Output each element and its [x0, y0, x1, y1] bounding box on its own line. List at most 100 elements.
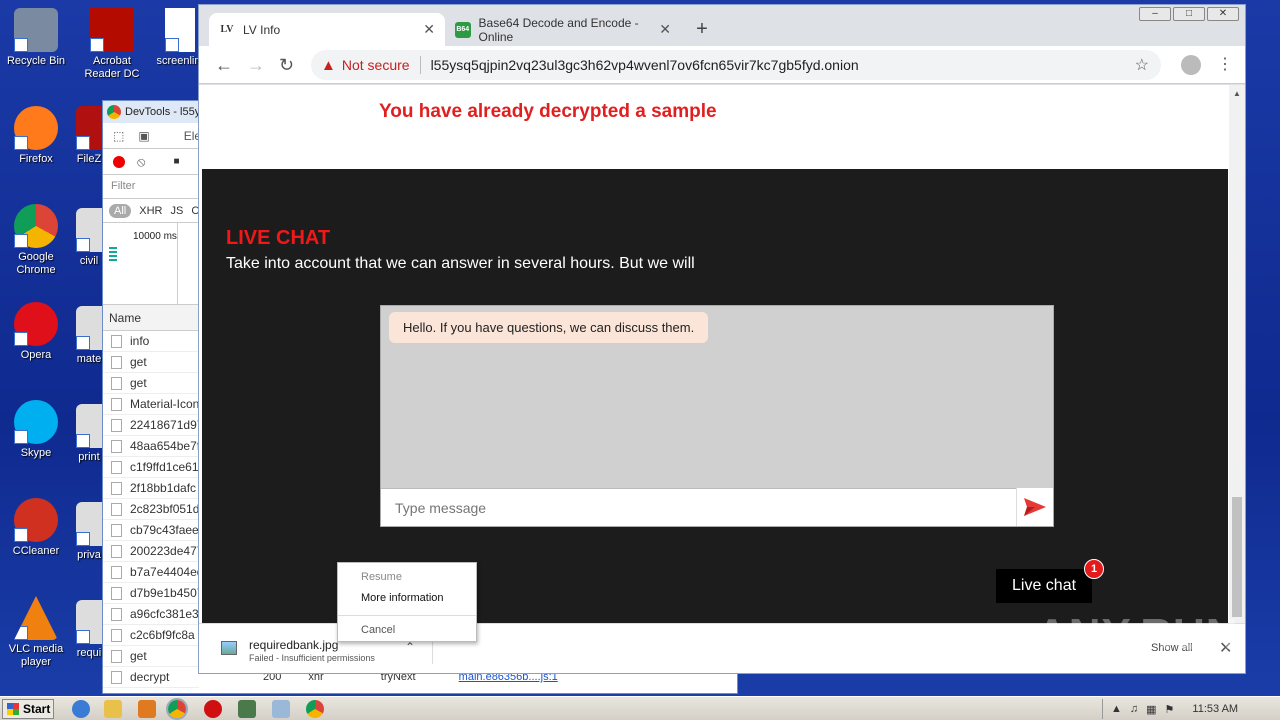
- request-row[interactable]: 200223de477: [103, 541, 199, 562]
- scroll-up-icon[interactable]: ▲: [1233, 89, 1241, 98]
- ccleaner-icon[interactable]: CCleaner: [0, 498, 72, 558]
- reload-icon[interactable]: ↻: [279, 55, 294, 76]
- skype-icon[interactable]: Skype: [0, 400, 72, 460]
- tab-base64[interactable]: B64 Base64 Decode and Encode - Online ✕: [445, 13, 681, 46]
- live-chat-title: LIVE CHAT: [226, 227, 331, 249]
- request-row[interactable]: get: [103, 352, 199, 373]
- message-input[interactable]: [381, 489, 1017, 526]
- type-filter-all[interactable]: All: [109, 203, 132, 218]
- chevron-up-icon[interactable]: ⌃: [405, 640, 415, 654]
- desktop-icon-label: Opera: [20, 349, 52, 361]
- new-tab-button[interactable]: +: [687, 13, 717, 46]
- file-icon: [111, 334, 122, 348]
- type-filter-xhr[interactable]: XHR: [139, 205, 162, 217]
- file-icon: [111, 523, 122, 537]
- file-glyph: [76, 208, 102, 252]
- send-button[interactable]: [1016, 488, 1053, 526]
- scroll-thumb[interactable]: [1232, 497, 1242, 617]
- request-row[interactable]: decrypt: [103, 667, 199, 688]
- tab-lv-info[interactable]: LV LV Info ✕: [209, 13, 445, 46]
- file-icon: [111, 670, 122, 684]
- forward-icon[interactable]: →: [247, 55, 265, 76]
- request-row[interactable]: 2f18bb1dafc: [103, 478, 199, 499]
- system-tray: ▲ ♫ ▦ ⚑ 11:53 AM: [1102, 699, 1278, 719]
- back-icon[interactable]: ←: [215, 55, 233, 76]
- chrome-taskbar-icon[interactable]: [166, 698, 188, 720]
- file-icon: [111, 502, 122, 516]
- request-row[interactable]: a96cfc381e3: [103, 604, 199, 625]
- media-player-icon[interactable]: [138, 700, 156, 718]
- request-row[interactable]: get: [103, 646, 199, 667]
- device-toggle-icon[interactable]: ▣: [138, 129, 149, 143]
- vlc-icon[interactable]: VLC media player: [0, 596, 72, 669]
- recycle-bin-icon[interactable]: Recycle Bin: [0, 8, 72, 68]
- acrobat-icon[interactable]: Acrobat Reader DC: [76, 8, 148, 81]
- mate-file-icon[interactable]: mate: [76, 306, 102, 366]
- menu-item-resume[interactable]: Resume: [361, 571, 402, 583]
- request-row[interactable]: c1f9ffd1ce61: [103, 457, 199, 478]
- camera-icon[interactable]: ■: [173, 156, 179, 167]
- request-name: get: [130, 355, 147, 369]
- overview-scale: 10000 ms: [133, 231, 177, 242]
- address-bar[interactable]: ▲ Not secure l55ysq5qjpin2vq23ul3gc3h62v…: [311, 50, 1161, 80]
- request-name: a96cfc381e3: [130, 607, 199, 621]
- ie-icon[interactable]: [72, 700, 90, 718]
- volume-icon[interactable]: ♫: [1130, 703, 1138, 715]
- request-row[interactable]: info: [103, 331, 199, 352]
- not-secure-label[interactable]: Not secure: [342, 57, 410, 73]
- civil-file-icon[interactable]: civil: [76, 208, 102, 268]
- inspect-icon[interactable]: ⬚: [113, 129, 124, 143]
- request-row[interactable]: get: [103, 373, 199, 394]
- request-name: Material-Icon: [130, 397, 199, 411]
- anyrun-watermark: ANY.RUN: [1036, 610, 1239, 659]
- notepad-icon[interactable]: [272, 700, 290, 718]
- request-row[interactable]: 48aa654be7f: [103, 436, 199, 457]
- close-tab-icon[interactable]: ✕: [423, 21, 435, 38]
- profile-avatar-icon[interactable]: [1181, 55, 1201, 75]
- request-row[interactable]: b7a7e4404ed: [103, 562, 199, 583]
- priva-file-icon[interactable]: priva: [76, 502, 102, 562]
- close-tab-icon[interactable]: ✕: [659, 21, 671, 38]
- chrome-icon[interactable]: Google Chrome: [0, 204, 72, 277]
- clock[interactable]: 11:53 AM: [1192, 703, 1238, 715]
- page-scrollbar[interactable]: ▲: [1229, 85, 1245, 623]
- clear-icon[interactable]: ⦸: [137, 154, 145, 170]
- url-text[interactable]: l55ysq5qjpin2vq23ul3gc3h62vp4wvenl7ov6fc…: [431, 57, 859, 73]
- request-row[interactable]: c2c6bf9fc8a: [103, 625, 199, 646]
- request-row[interactable]: 2c823bf051d: [103, 499, 199, 520]
- request-name: get: [130, 376, 147, 390]
- bookmark-star-icon[interactable]: ☆: [1135, 55, 1149, 75]
- firefox-icon[interactable]: Firefox: [0, 106, 72, 166]
- taskbar: Start ▲ ♫ ▦ ⚑ 11:53 AM: [0, 696, 1280, 720]
- chrome-glyph: [14, 204, 58, 248]
- terminal-icon[interactable]: [238, 700, 256, 718]
- minimize-button[interactable]: –: [1139, 7, 1171, 21]
- menu-item-cancel[interactable]: Cancel: [361, 624, 395, 636]
- requi-file-icon[interactable]: requi: [76, 600, 102, 660]
- request-row[interactable]: 22418671d97: [103, 415, 199, 436]
- opera-icon[interactable]: Opera: [0, 302, 72, 362]
- unread-badge: 1: [1084, 559, 1104, 579]
- maximize-button[interactable]: □: [1173, 7, 1205, 21]
- menu-item-more-information[interactable]: More information: [361, 592, 444, 604]
- explorer-icon[interactable]: [104, 700, 122, 718]
- print-file-icon[interactable]: print: [76, 404, 102, 464]
- tray-expand-icon[interactable]: ▲: [1111, 703, 1122, 715]
- chrome-devtools-taskbar-icon[interactable]: [306, 700, 324, 718]
- message-bar: [381, 488, 1017, 526]
- flag-icon[interactable]: ⚑: [1165, 703, 1175, 716]
- request-row[interactable]: d7b9e1b4507: [103, 583, 199, 604]
- start-button[interactable]: Start: [2, 699, 54, 719]
- record-icon[interactable]: [113, 155, 125, 168]
- network-icon[interactable]: ▦: [1146, 703, 1156, 716]
- request-row[interactable]: cb79c43faee: [103, 520, 199, 541]
- page-viewport: You have already decrypted a sample LIVE…: [199, 85, 1229, 623]
- kebab-menu-icon[interactable]: ⋮: [1217, 54, 1233, 74]
- live-chat-button[interactable]: Live chat: [996, 569, 1093, 603]
- shield-icon[interactable]: [204, 700, 222, 718]
- close-window-button[interactable]: ✕: [1207, 7, 1239, 21]
- desktop-icon-label: requi: [76, 647, 102, 659]
- request-row[interactable]: Material-Icon: [103, 394, 199, 415]
- filezilla-icon[interactable]: FileZ: [76, 106, 102, 166]
- type-filter-js[interactable]: JS: [170, 205, 183, 217]
